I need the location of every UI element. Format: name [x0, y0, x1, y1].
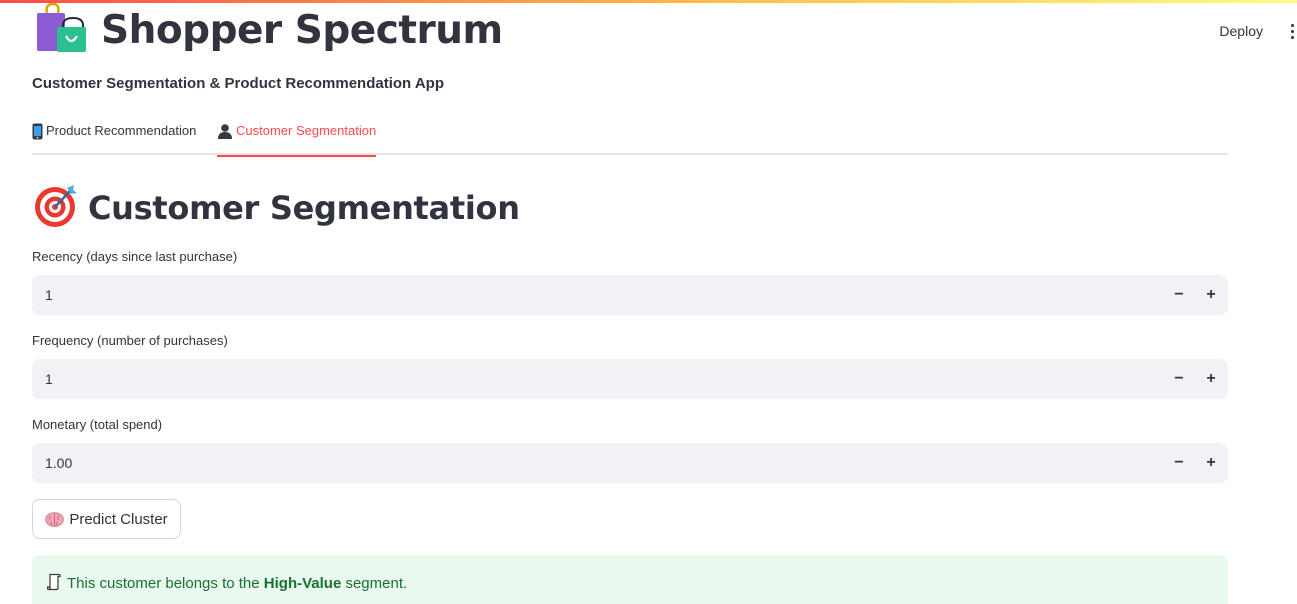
- result-prefix: This customer belongs to the: [67, 575, 260, 592]
- toolbar: Deploy: [1219, 20, 1297, 42]
- monetary-increment-button[interactable]: +: [1195, 443, 1227, 483]
- recency-input: 1 − +: [32, 275, 1228, 315]
- section-heading: Customer Segmentation: [34, 184, 520, 233]
- tab-product-recommendation[interactable]: Product Recommendation: [32, 114, 196, 155]
- brain-icon: [45, 511, 65, 527]
- recency-increment-button[interactable]: +: [1195, 275, 1227, 315]
- recency-decrement-button[interactable]: −: [1163, 275, 1195, 315]
- recency-input-value[interactable]: 1: [32, 287, 1163, 303]
- page-title: Shopper Spectrum: [101, 7, 503, 53]
- monetary-decrement-button[interactable]: −: [1163, 443, 1195, 483]
- shopping-bags-icon: [33, 2, 87, 58]
- frequency-input: 1 − +: [32, 359, 1228, 399]
- result-alert: This customer belongs to the High-Value …: [32, 555, 1228, 604]
- tab-label: Customer Segmentation: [236, 123, 377, 138]
- result-segment: High-Value: [263, 575, 342, 592]
- recency-label: Recency (days since last purchase): [32, 249, 238, 264]
- predict-cluster-button[interactable]: Predict Cluster: [32, 499, 181, 539]
- bust-silhouette-icon: [217, 123, 233, 139]
- bullseye-dart-icon: [34, 184, 78, 233]
- kebab-menu-icon[interactable]: [1281, 20, 1297, 42]
- mobile-phone-icon: [32, 123, 43, 140]
- scroll-icon: [47, 573, 61, 591]
- monetary-input: 1.00 − +: [32, 443, 1228, 483]
- app-title: Shopper Spectrum: [33, 2, 503, 58]
- result-suffix: segment.: [345, 575, 408, 592]
- deploy-button[interactable]: Deploy: [1219, 23, 1263, 39]
- predict-button-label: Predict Cluster: [69, 510, 168, 528]
- tab-customer-segmentation[interactable]: Customer Segmentation: [217, 114, 377, 157]
- monetary-input-value[interactable]: 1.00: [32, 455, 1163, 471]
- frequency-increment-button[interactable]: +: [1195, 359, 1227, 399]
- frequency-decrement-button[interactable]: −: [1163, 359, 1195, 399]
- tab-bar: Product Recommendation Customer Segmenta…: [32, 114, 1228, 157]
- frequency-input-value[interactable]: 1: [32, 371, 1163, 387]
- section-title: Customer Segmentation: [88, 189, 520, 227]
- app-subtitle: Customer Segmentation & Product Recommen…: [32, 75, 444, 92]
- tab-label: Product Recommendation: [46, 123, 197, 138]
- frequency-label: Frequency (number of purchases): [32, 333, 228, 348]
- monetary-label: Monetary (total spend): [32, 417, 163, 432]
